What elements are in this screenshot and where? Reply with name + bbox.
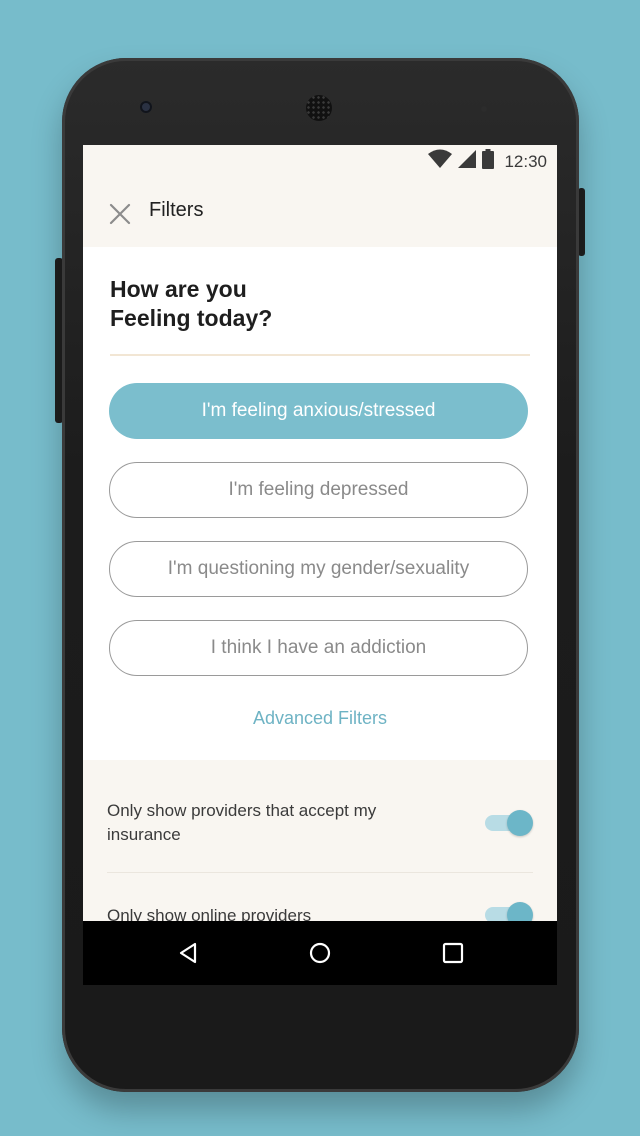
online-toggle[interactable]	[485, 902, 533, 921]
close-icon	[109, 203, 131, 225]
nav-recents-button[interactable]	[439, 939, 467, 967]
toggle-knob	[507, 902, 533, 921]
feeling-card: How are you Feeling today? I'm feeling a…	[83, 247, 557, 760]
status-time: 12:30	[504, 151, 547, 171]
battery-icon	[482, 149, 495, 174]
divider	[110, 354, 530, 356]
page-title: Filters	[149, 199, 204, 221]
recents-icon	[442, 942, 464, 964]
status-bar: 12:30	[83, 145, 557, 175]
earpiece-speaker	[306, 95, 332, 121]
toggle-knob	[507, 810, 533, 836]
option-gender-sexuality[interactable]: I'm questioning my gender/sexuality	[109, 541, 528, 597]
setting-insurance: Only show providers that accept my insur…	[107, 799, 533, 847]
wifi-icon	[428, 149, 453, 174]
nav-back-button[interactable]	[174, 939, 202, 967]
app-screen: 12:30 Filters How are you Feeling today?…	[83, 145, 557, 921]
settings-divider	[107, 872, 533, 873]
advanced-filters-link[interactable]: Advanced Filters	[83, 708, 557, 729]
question-line-1: How are you	[110, 276, 247, 302]
option-anxious-stressed[interactable]: I'm feeling anxious/stressed	[109, 383, 528, 439]
nav-home-button[interactable]	[306, 939, 334, 967]
back-icon	[179, 942, 197, 964]
insurance-toggle[interactable]	[485, 810, 533, 836]
question-heading: How are you Feeling today?	[110, 275, 530, 333]
setting-online-label: Only show online providers	[107, 906, 312, 921]
setting-online: Only show online providers	[107, 902, 533, 921]
option-depressed[interactable]: I'm feeling depressed	[109, 462, 528, 518]
close-button[interactable]	[107, 201, 133, 227]
question-line-2: Feeling today?	[110, 305, 273, 331]
proximity-sensor	[481, 106, 487, 112]
android-nav-bar	[83, 921, 557, 985]
setting-insurance-label: Only show providers that accept my insur…	[107, 801, 377, 844]
home-icon	[309, 942, 331, 964]
cell-signal-icon	[458, 150, 477, 173]
option-addiction[interactable]: I think I have an addiction	[109, 620, 528, 676]
front-camera	[140, 101, 152, 113]
power-button	[578, 188, 585, 256]
